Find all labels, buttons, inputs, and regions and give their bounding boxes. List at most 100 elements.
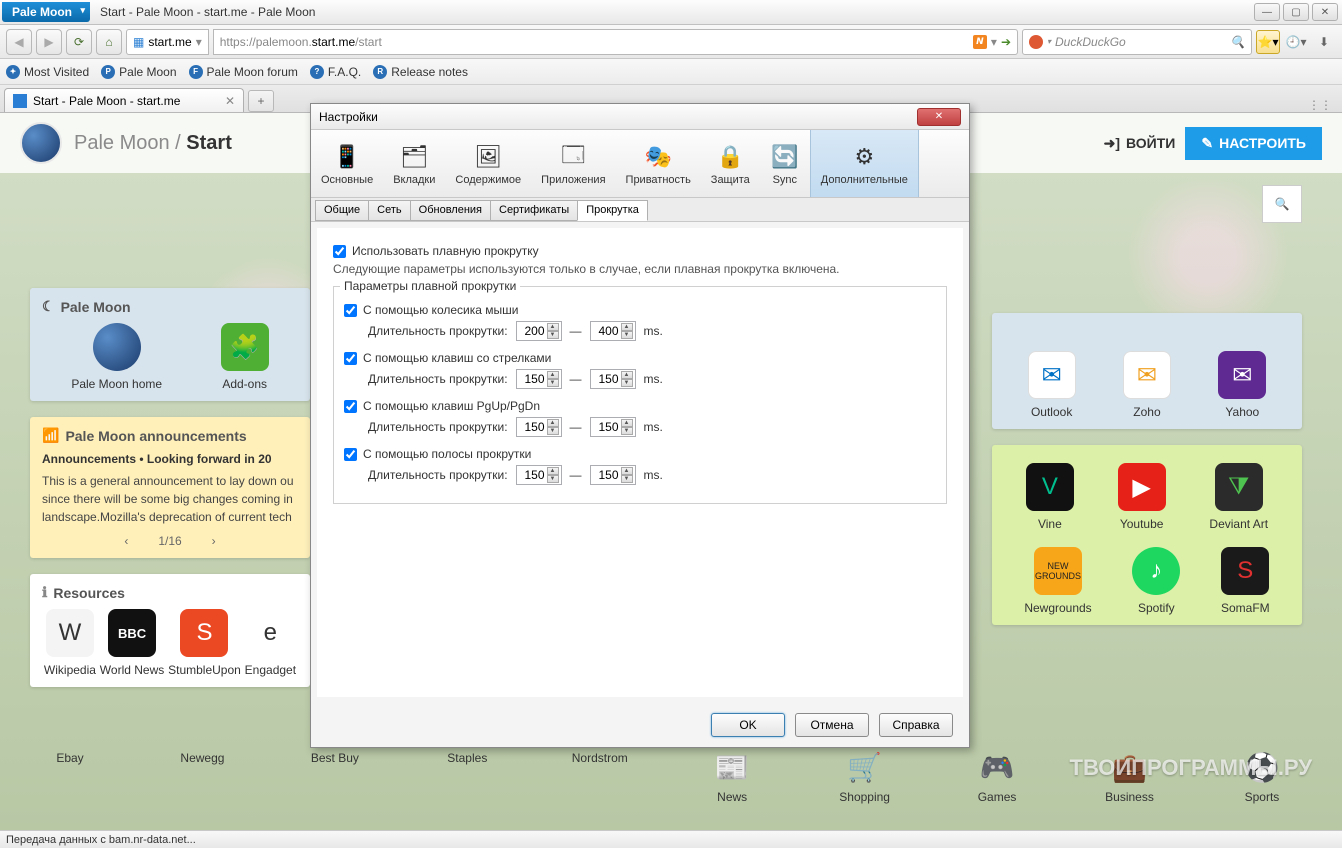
close-button[interactable]: ✕: [1312, 3, 1338, 21]
spin-up[interactable]: ▲: [547, 419, 559, 427]
bookmark-star-button[interactable]: ⭐▾: [1256, 30, 1280, 54]
tile-stumbleupon[interactable]: SStumbleUpon: [168, 609, 241, 677]
spin-up[interactable]: ▲: [621, 371, 633, 379]
subtab-certificates[interactable]: Сертификаты: [490, 200, 578, 221]
tile-youtube[interactable]: ▶Youtube: [1118, 463, 1166, 531]
tile-somafm[interactable]: SSomaFM: [1221, 547, 1270, 615]
duration-min-spinner[interactable]: ▲▼: [516, 417, 562, 437]
scroll-row-checkbox[interactable]: [344, 352, 357, 365]
tile-bestbuy[interactable]: Best Buy: [295, 751, 375, 831]
spin-down[interactable]: ▼: [547, 475, 559, 483]
bookmark-item[interactable]: ?F.A.Q.: [310, 65, 361, 79]
tile-zoho[interactable]: ✉Zoho: [1123, 351, 1171, 419]
duration-min-input[interactable]: [519, 420, 545, 434]
category-general[interactable]: 📱Основные: [311, 130, 383, 197]
category-tabs[interactable]: 🗂Вкладки: [383, 130, 445, 197]
login-button[interactable]: ➜]ВОЙТИ: [1104, 135, 1176, 152]
pager-next[interactable]: ›: [212, 534, 216, 548]
tile-sports[interactable]: ⚽Sports: [1222, 751, 1302, 831]
spin-up[interactable]: ▲: [621, 323, 633, 331]
forward-button[interactable]: ▶: [36, 29, 62, 55]
duration-max-spinner[interactable]: ▲▼: [590, 321, 636, 341]
page-search-button[interactable]: 🔍: [1262, 185, 1302, 223]
cancel-button[interactable]: Отмена: [795, 713, 869, 737]
back-button[interactable]: ◀: [6, 29, 32, 55]
duration-min-spinner[interactable]: ▲▼: [516, 321, 562, 341]
tile-shopping[interactable]: 🛒Shopping: [825, 751, 905, 831]
duration-min-input[interactable]: [519, 468, 545, 482]
bookmark-item[interactable]: PPale Moon: [101, 65, 176, 79]
category-security[interactable]: 🔒Защита: [701, 130, 760, 197]
spin-down[interactable]: ▼: [547, 331, 559, 339]
tile-yahoo[interactable]: ✉Yahoo: [1218, 351, 1266, 419]
tab-overflow-icon[interactable]: ⋮⋮: [1308, 98, 1338, 112]
subtab-updates[interactable]: Обновления: [410, 200, 491, 221]
tile-outlook[interactable]: ✉Outlook: [1028, 351, 1076, 419]
dropdown-icon[interactable]: ▾: [991, 35, 997, 49]
history-button[interactable]: 🕘▾: [1284, 30, 1308, 54]
dialog-close-button[interactable]: ✕: [917, 108, 961, 126]
spin-down[interactable]: ▼: [621, 331, 633, 339]
category-sync[interactable]: 🔄Sync: [760, 130, 810, 197]
subtab-general[interactable]: Общие: [315, 200, 369, 221]
scroll-row-checkbox[interactable]: [344, 448, 357, 461]
tile-business[interactable]: 💼Business: [1090, 751, 1170, 831]
tile-ebay[interactable]: Ebay: [30, 751, 110, 831]
tile-games[interactable]: 🎮Games: [957, 751, 1037, 831]
browser-tab[interactable]: Start - Pale Moon - start.me ✕: [4, 88, 244, 112]
tile-newegg[interactable]: Newegg: [162, 751, 242, 831]
tile-deviantart[interactable]: ⧩Deviant Art: [1209, 463, 1268, 531]
spin-down[interactable]: ▼: [621, 475, 633, 483]
site-identity[interactable]: ▦ start.me ▾: [126, 29, 209, 55]
url-bar[interactable]: https://palemoon.start.me/start 𝙉 ▾ ➔: [213, 29, 1018, 55]
tile-addons[interactable]: 🧩Add-ons: [221, 323, 269, 391]
spin-up[interactable]: ▲: [621, 419, 633, 427]
spin-down[interactable]: ▼: [547, 427, 559, 435]
tile-vine[interactable]: VVine: [1026, 463, 1074, 531]
duration-min-spinner[interactable]: ▲▼: [516, 369, 562, 389]
search-icon[interactable]: 🔍: [1230, 35, 1245, 49]
downloads-button[interactable]: ⬇: [1312, 30, 1336, 54]
duration-min-input[interactable]: [519, 372, 545, 386]
category-applications[interactable]: 🗔Приложения: [531, 130, 615, 197]
tile-engadget[interactable]: eEngadget: [245, 609, 296, 677]
duration-max-spinner[interactable]: ▲▼: [590, 417, 636, 437]
subtab-network[interactable]: Сеть: [368, 200, 410, 221]
duration-max-spinner[interactable]: ▲▼: [590, 465, 636, 485]
duration-min-input[interactable]: [519, 324, 545, 338]
pager-prev[interactable]: ‹: [124, 534, 128, 548]
minimize-button[interactable]: —: [1254, 3, 1280, 21]
go-icon[interactable]: ➔: [1001, 35, 1011, 49]
tile-news[interactable]: 📰News: [692, 751, 772, 831]
spin-down[interactable]: ▼: [621, 427, 633, 435]
search-bar[interactable]: ▾ DuckDuckGo 🔍: [1022, 29, 1252, 55]
reload-button[interactable]: ⟳: [66, 29, 92, 55]
smooth-scroll-checkbox[interactable]: [333, 245, 346, 258]
help-button[interactable]: Справка: [879, 713, 953, 737]
duration-min-spinner[interactable]: ▲▼: [516, 465, 562, 485]
tile-worldnews[interactable]: BBCWorld News: [100, 609, 164, 677]
bookmark-item[interactable]: RRelease notes: [373, 65, 468, 79]
category-content[interactable]: 🖼Содержимое: [445, 130, 531, 197]
subtab-scrolling[interactable]: Прокрутка: [577, 200, 648, 221]
tile-palemoon-home[interactable]: Pale Moon home: [71, 323, 162, 391]
bookmark-item[interactable]: ✦Most Visited: [6, 65, 89, 79]
tab-close-button[interactable]: ✕: [225, 94, 235, 108]
ok-button[interactable]: OK: [711, 713, 785, 737]
tile-wikipedia[interactable]: WWikipedia: [44, 609, 96, 677]
spin-up[interactable]: ▲: [621, 467, 633, 475]
duration-max-input[interactable]: [593, 324, 619, 338]
duration-max-input[interactable]: [593, 420, 619, 434]
scroll-row-checkbox[interactable]: [344, 304, 357, 317]
scroll-row-checkbox[interactable]: [344, 400, 357, 413]
tile-nordstrom[interactable]: Nordstrom: [560, 751, 640, 831]
spin-up[interactable]: ▲: [547, 323, 559, 331]
category-advanced[interactable]: ⚙Дополнительные: [810, 130, 919, 197]
spin-up[interactable]: ▲: [547, 467, 559, 475]
category-privacy[interactable]: 🎭Приватность: [616, 130, 701, 197]
tile-staples[interactable]: Staples: [427, 751, 507, 831]
spin-down[interactable]: ▼: [621, 379, 633, 387]
tile-newgrounds[interactable]: NEWGROUNDSNewgrounds: [1024, 547, 1091, 615]
tile-spotify[interactable]: ♪Spotify: [1132, 547, 1180, 615]
rss-icon[interactable]: 𝙉: [973, 35, 987, 49]
